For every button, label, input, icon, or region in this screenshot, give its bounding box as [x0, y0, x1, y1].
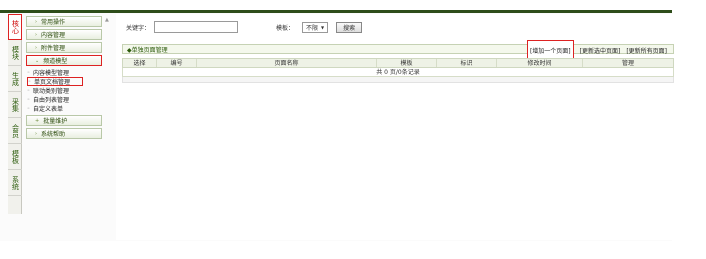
bullet-icon: ◦ — [28, 78, 31, 85]
submenu-item-1[interactable]: ◦ 单页文档管理 — [27, 77, 83, 86]
chevron-right-icon: › — [35, 18, 37, 25]
col-identifier: 标识 — [437, 59, 497, 67]
sidebar-menu: › 常用操作 › 内容管理 › 附件管理 ⌄ 频道模型 ◦ 内容模型管理 ◦ 单页文档管理 ◦ 联动类别管… — [23, 14, 103, 194]
submenu-item-0[interactable]: ◦ 内容模型管理 — [27, 68, 103, 78]
menu-group-2-label: 附件管理 — [41, 45, 66, 52]
title-links: [增加一个页面] [更新选中页面] [更新所有页面] — [526, 39, 667, 61]
template-label: 模板： — [276, 24, 295, 32]
submenu-item-2[interactable]: ◦ 联动类别管理 — [27, 86, 103, 96]
table-footer: 共 0 页/0条记录 — [122, 68, 674, 77]
bullet-icon: ◦ — [27, 96, 30, 103]
main-panel: 关键字： 模板： 不限 ▼ 搜索 ◆单独页面管理 [增加一个页面] [更新选中页… — [116, 14, 674, 240]
chevron-down-icon: ▼ — [321, 24, 325, 30]
menu-group-bottom-0-label: 批量维护 — [43, 118, 68, 125]
vertical-tab-bar: 核心 模块 生成 采集 会员 模板 系统 — [8, 14, 22, 214]
submenu-item-label: 自定义表单 — [32, 106, 63, 113]
chevron-right-icon: › — [35, 44, 37, 51]
submenu-item-label: 自由列表管理 — [32, 97, 69, 104]
menu-group-1[interactable]: › 内容管理 — [26, 29, 102, 40]
menu-group-bottom-0[interactable]: + 批量维护 — [26, 115, 102, 126]
search-bar: 关键字： 模板： 不限 ▼ 搜索 — [126, 21, 363, 33]
menu-group-0-label: 常用操作 — [41, 19, 66, 26]
chevron-right-icon: › — [35, 130, 37, 137]
col-select: 选择 — [123, 59, 157, 67]
menu-group-bottom-1[interactable]: › 系统帮助 — [26, 128, 102, 139]
chevron-right-icon: ⌄ — [35, 57, 40, 64]
template-select[interactable]: 不限 ▼ — [302, 21, 329, 33]
menu-group-active-label: 频道模型 — [43, 58, 68, 65]
menu-group-active[interactable]: ⌄ 频道模型 — [26, 55, 102, 66]
page-title: ◆单独页面管理 — [127, 46, 168, 54]
col-manage: 管理 — [621, 60, 634, 67]
vtab-4[interactable]: 会员 — [8, 118, 22, 144]
keyword-input[interactable] — [154, 21, 239, 33]
submenu-item-label: 内容模型管理 — [32, 70, 69, 77]
table-empty-row — [122, 77, 674, 83]
menu-group-2[interactable]: › 附件管理 — [26, 42, 102, 53]
col-page-name: 页面名称 — [197, 59, 377, 67]
chevron-right-icon: + — [35, 117, 40, 124]
bullet-icon: ◦ — [27, 105, 30, 112]
submenu-item-4[interactable]: ◦ 自定义表单 — [27, 104, 103, 114]
menu-group-bottom-1-label: 系统帮助 — [41, 131, 66, 138]
col-id: 编号 — [157, 59, 197, 67]
bullet-icon: ◦ — [27, 87, 30, 94]
submenu: ◦ 内容模型管理 ◦ 单页文档管理 ◦ 联动类别管理 ◦ 自由列表管理 ◦ 自定义表单 — [27, 68, 103, 113]
submenu-item-label: 联动类别管理 — [32, 88, 69, 95]
vtab-5[interactable]: 模板 — [8, 144, 22, 170]
update-selected-link[interactable]: [更新选中页面] — [580, 46, 621, 55]
scroll-up-icon[interactable]: ▲ — [105, 17, 109, 23]
menu-group-1-label: 内容管理 — [41, 32, 66, 39]
vtab-2[interactable]: 生成 — [8, 66, 22, 92]
keyword-label: 关键字： — [126, 24, 151, 32]
vtab-1[interactable]: 模块 — [8, 40, 22, 66]
chevron-right-icon: › — [35, 31, 37, 38]
submenu-item-3[interactable]: ◦ 自由列表管理 — [27, 95, 103, 105]
vtab-6[interactable]: 系统 — [8, 170, 22, 196]
table-header: 选择 编号 页面名称 模板 标识 修改时间 管理 — [122, 58, 674, 68]
col-template: 模板 — [377, 59, 437, 67]
template-select-value: 不限 — [306, 24, 319, 32]
vtab-0[interactable]: 核心 — [8, 14, 22, 40]
vtab-3[interactable]: 采集 — [8, 92, 22, 118]
pages-table: 选择 编号 页面名称 模板 标识 修改时间 管理 共 0 页/0条记录 — [122, 58, 674, 83]
bullet-icon: ◦ — [27, 69, 30, 76]
col-modified-time: 修改时间 — [497, 59, 583, 67]
menu-group-0[interactable]: › 常用操作 — [26, 16, 102, 27]
submenu-item-label: 单页文档管理 — [33, 79, 70, 86]
update-all-link[interactable]: [更新所有页面] — [626, 46, 667, 55]
search-button[interactable]: 搜索 — [336, 21, 363, 33]
page-title-bar: ◆单独页面管理 [增加一个页面] [更新选中页面] [更新所有页面] — [122, 39, 674, 61]
